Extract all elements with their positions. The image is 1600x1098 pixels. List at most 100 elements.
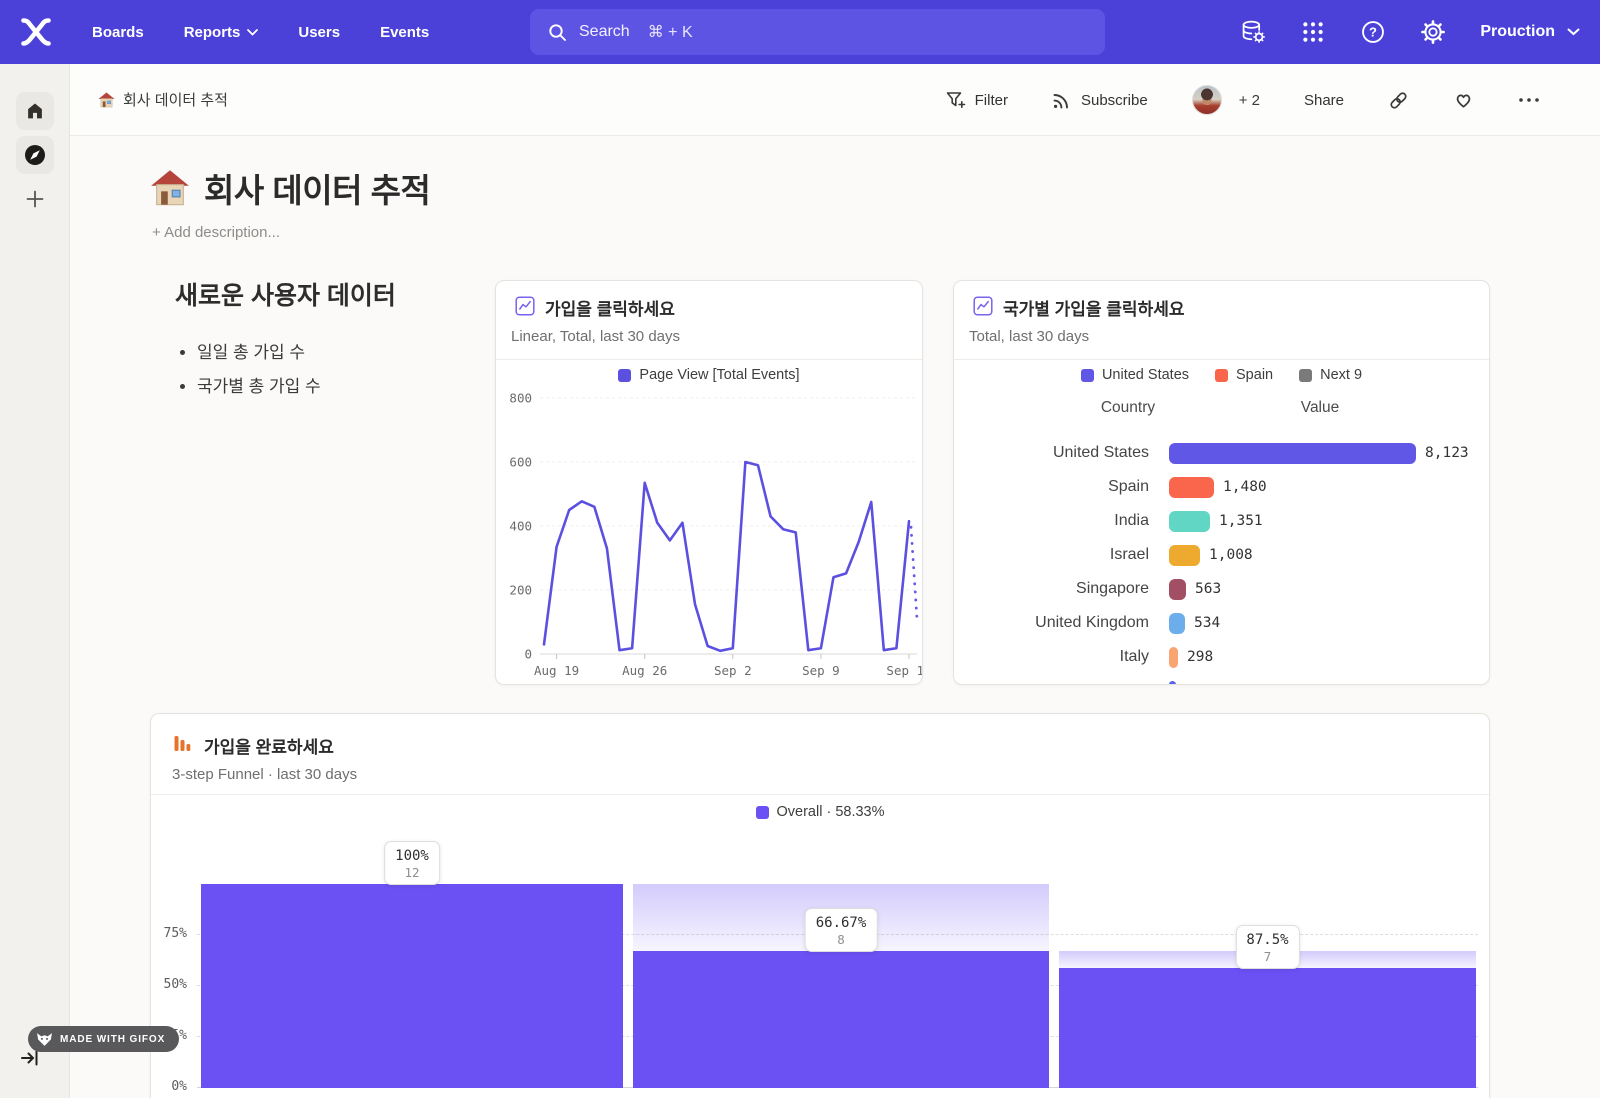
- nav-right: ? Prouction: [1240, 0, 1580, 64]
- report-subtitle: Linear, Total, last 30 days: [511, 328, 680, 345]
- funnel-step-bar[interactable]: [633, 951, 1049, 1088]
- x-axis-label: Sep 9: [802, 663, 840, 678]
- help-icon: ?: [1360, 19, 1386, 45]
- search-input[interactable]: Search ⌘ + K: [530, 9, 1105, 55]
- filter-plus-icon: [945, 91, 966, 110]
- country-bar[interactable]: [1169, 681, 1176, 686]
- country-bar[interactable]: [1169, 477, 1214, 498]
- project-switcher[interactable]: Prouction: [1480, 23, 1580, 41]
- nav-item-users[interactable]: Users: [298, 24, 340, 41]
- legend-label: Next 9: [1320, 367, 1362, 383]
- data-series-line[interactable]: [544, 462, 909, 651]
- country-row[interactable]: Singapore563: [954, 575, 1489, 603]
- country-row[interactable]: United States8,123: [954, 439, 1489, 467]
- nav-item-events[interactable]: Events: [380, 24, 429, 41]
- y-axis-label: 50%: [151, 977, 187, 992]
- country-value: 563: [1195, 581, 1221, 597]
- funnel-step-bar[interactable]: [201, 884, 623, 1088]
- favorite-button[interactable]: [1453, 90, 1474, 110]
- country-bar[interactable]: [1169, 579, 1186, 600]
- collaborators[interactable]: + 2: [1192, 85, 1260, 115]
- country-row[interactable]: [954, 677, 1489, 685]
- y-axis-label: 75%: [151, 926, 187, 941]
- legend-item[interactable]: Page View [Total Events]: [618, 367, 799, 383]
- data-management-button[interactable]: [1240, 19, 1266, 45]
- country-row[interactable]: Spain 1,480: [954, 473, 1489, 501]
- add-board-button[interactable]: [16, 180, 54, 218]
- database-gear-icon: [1240, 19, 1266, 45]
- x-axis-label: Sep 2: [714, 663, 752, 678]
- discover-button[interactable]: [16, 136, 54, 174]
- home-button[interactable]: [16, 92, 54, 130]
- settings-button[interactable]: [1420, 19, 1446, 45]
- report-title[interactable]: 가입을 클릭하세요: [545, 295, 675, 320]
- country-bar[interactable]: [1169, 613, 1185, 634]
- x-axis-label: Aug 26: [622, 663, 667, 678]
- list-item: 국가별 총 가입 수: [197, 372, 505, 397]
- country-value: 1,480: [1223, 479, 1267, 495]
- collaborator-count: + 2: [1239, 92, 1260, 109]
- line-chart-icon: [973, 296, 993, 316]
- step-count: 7: [1246, 949, 1288, 964]
- country-bar[interactable]: [1169, 511, 1210, 532]
- gifox-badge[interactable]: MADE WITH GIFOX: [28, 1026, 179, 1052]
- apps-grid-button[interactable]: [1300, 19, 1326, 45]
- filter-button[interactable]: Filter: [945, 91, 1008, 110]
- country-row[interactable]: United Kingdom534: [954, 609, 1489, 637]
- add-description-button[interactable]: + Add description...: [152, 224, 280, 241]
- subscribe-button[interactable]: Subscribe: [1052, 90, 1148, 110]
- legend-item[interactable]: Next 9: [1299, 367, 1362, 383]
- country-row[interactable]: Italy298: [954, 643, 1489, 671]
- avatar[interactable]: [1192, 85, 1222, 115]
- chart-legend: United States Spain Next 9: [954, 367, 1489, 383]
- chevron-down-icon: [1567, 28, 1580, 36]
- y-axis-label: 200: [509, 583, 532, 598]
- y-axis-label: 800: [509, 391, 532, 406]
- funnel-step-bar[interactable]: [1059, 968, 1476, 1088]
- legend-item[interactable]: United States: [1081, 367, 1189, 383]
- line-chart-card: 가입을 클릭하세요 Linear, Total, last 30 days Pa…: [495, 280, 923, 685]
- country-bar[interactable]: [1169, 443, 1416, 464]
- gifox-label: MADE WITH GIFOX: [60, 1034, 165, 1045]
- country-bar[interactable]: [1169, 647, 1178, 668]
- report-title[interactable]: 국가별 가입을 클릭하세요: [1003, 295, 1185, 320]
- country-bar-card: 국가별 가입을 클릭하세요 Total, last 30 days United…: [953, 280, 1490, 685]
- funnel-step-badge[interactable]: 100%12: [384, 841, 440, 885]
- funnel-step-badge[interactable]: 66.67%8: [805, 908, 878, 952]
- country-row[interactable]: India1,351: [954, 507, 1489, 535]
- project-name: Prouction: [1480, 23, 1555, 41]
- nav-item-reports[interactable]: Reports: [184, 24, 259, 41]
- funnel-plot: 75%50%25%0%100%1266.67%887.5%7: [151, 714, 1489, 1098]
- country-bar[interactable]: [1169, 545, 1200, 566]
- nav-item-boards[interactable]: Boards: [92, 24, 144, 41]
- more-options-button[interactable]: [1518, 97, 1540, 103]
- compass-icon: [23, 143, 47, 167]
- step-count: 12: [395, 865, 429, 880]
- breadcrumb: 회사 데이터 추적: [98, 89, 228, 110]
- country-label: Spain: [954, 478, 1149, 496]
- search-placeholder: Search: [579, 23, 630, 41]
- x-axis-label: Aug 19: [534, 663, 579, 678]
- page-title[interactable]: 회사 데이터 추적: [150, 164, 430, 212]
- country-label: United States: [954, 444, 1149, 462]
- country-label: India: [954, 512, 1149, 530]
- text-widget-list: 일일 총 가입 수 국가별 총 가입 수: [175, 338, 505, 397]
- mixpanel-logo-icon[interactable]: [18, 14, 54, 50]
- line-chart-plot[interactable]: 0200400600800Aug 19Aug 26Sep 2Sep 9Sep 1…: [496, 385, 923, 685]
- left-sidebar: [0, 64, 70, 1098]
- funnel-step-badge[interactable]: 87.5%7: [1235, 925, 1299, 969]
- step-conversion-pct: 100%: [395, 847, 429, 865]
- copy-link-button[interactable]: [1388, 90, 1409, 111]
- list-item: 일일 총 가입 수: [197, 338, 505, 363]
- help-button[interactable]: ?: [1360, 19, 1386, 45]
- country-row[interactable]: Israel1,008: [954, 541, 1489, 569]
- country-label: United Kingdom: [954, 614, 1149, 632]
- nav-item-label: Users: [298, 24, 340, 41]
- house-emoji: [150, 169, 190, 207]
- home-icon: [24, 100, 46, 122]
- legend-label: Spain: [1236, 367, 1273, 383]
- gear-icon: [1420, 19, 1446, 45]
- board-header-bar: 회사 데이터 추적 Filter Subscribe + 2 Share: [70, 64, 1600, 136]
- share-button[interactable]: Share: [1304, 92, 1344, 109]
- legend-item[interactable]: Spain: [1215, 367, 1273, 383]
